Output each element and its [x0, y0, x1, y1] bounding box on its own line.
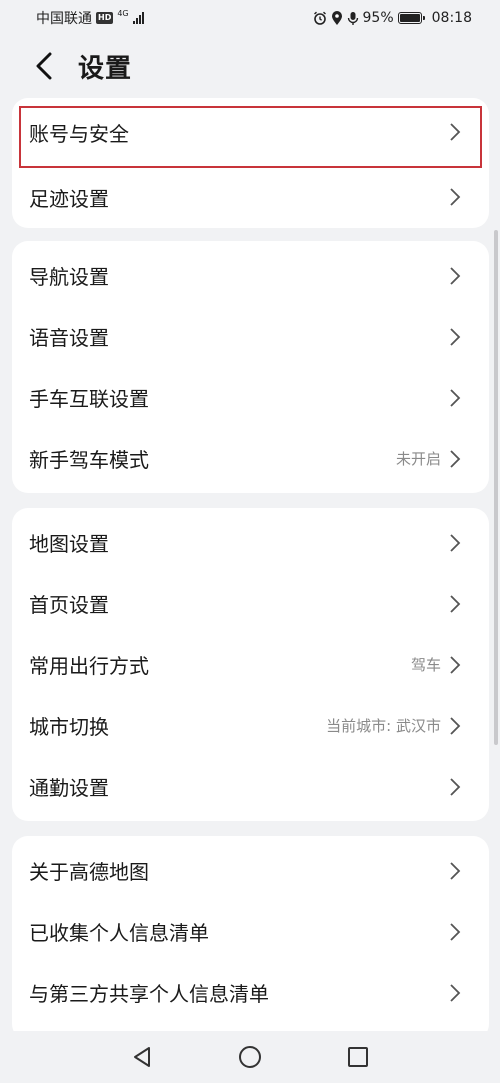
chevron-right-icon [449, 266, 461, 286]
settings-item-homepage[interactable]: 首页设置 [12, 573, 489, 634]
settings-group-about: 关于高德地图 已收集个人信息清单 与第三方共享个人信息清单 [12, 836, 489, 1040]
settings-item-label: 导航设置 [29, 265, 109, 289]
network-type: 4G [117, 8, 129, 18]
settings-item-label: 手车互联设置 [29, 387, 149, 411]
nav-home-button[interactable] [238, 1045, 262, 1069]
settings-item-label: 首页设置 [29, 593, 109, 617]
page-title: 设置 [78, 53, 133, 84]
settings-item-label: 关于高德地图 [29, 860, 149, 884]
settings-item-collected-info[interactable]: 已收集个人信息清单 [12, 901, 489, 962]
settings-item-travel-mode[interactable]: 常用出行方式 驾车 [12, 634, 489, 695]
settings-item-label: 城市切换 [29, 715, 109, 739]
nav-back-button[interactable] [130, 1045, 154, 1069]
settings-item-label: 地图设置 [29, 532, 109, 556]
chevron-right-icon [449, 716, 461, 736]
location-icon [331, 10, 342, 25]
settings-group-navigation: 导航设置 语音设置 手车互联设置 新手驾车模式 未开启 [12, 241, 489, 493]
settings-item-about[interactable]: 关于高德地图 [12, 840, 489, 901]
chevron-right-icon [449, 187, 461, 207]
settings-item-label: 足迹设置 [29, 186, 109, 211]
nav-back-icon [134, 1047, 150, 1067]
alarm-icon [313, 11, 326, 25]
chevron-right-icon [449, 594, 461, 614]
settings-item-label: 常用出行方式 [29, 654, 149, 678]
battery-percent: 95% [362, 10, 394, 26]
settings-item-label: 账号与安全 [29, 121, 129, 146]
settings-item-value: 当前城市: 武汉市 [326, 717, 441, 735]
hd-badge: HD [96, 12, 114, 24]
settings-item-footprint[interactable]: 足迹设置 [12, 166, 489, 228]
settings-item-shared-info[interactable]: 与第三方共享个人信息清单 [12, 962, 489, 1023]
status-left: 中国联通 HD 4G [36, 8, 144, 28]
chevron-right-icon [449, 327, 461, 347]
battery-icon [397, 12, 425, 24]
settings-item-voice[interactable]: 语音设置 [12, 306, 489, 367]
chevron-right-icon [449, 655, 461, 675]
settings-item-value: 驾车 [410, 656, 441, 674]
chevron-right-icon [449, 449, 461, 469]
nav-recents-button[interactable] [346, 1045, 370, 1069]
carrier-name: 中国联通 [36, 11, 92, 27]
page-header: 设置 [0, 36, 500, 96]
settings-group-account: 账号与安全 足迹设置 [12, 98, 489, 228]
chevron-right-icon [449, 983, 461, 1003]
settings-item-city-switch[interactable]: 城市切换 当前城市: 武汉市 [12, 695, 489, 756]
nav-recents-icon [348, 1047, 368, 1067]
settings-item-value: 未开启 [395, 450, 441, 468]
back-button[interactable] [24, 46, 64, 86]
chevron-right-icon [449, 777, 461, 797]
back-arrow-icon [36, 52, 52, 80]
clock: 08:18 [431, 10, 472, 26]
settings-item-account-security[interactable]: 账号与安全 [12, 98, 489, 168]
status-bar: 中国联通 HD 4G 95% 08:18 [0, 0, 500, 36]
chevron-right-icon [449, 122, 461, 142]
signal-icon [132, 12, 144, 24]
settings-item-label: 与第三方共享个人信息清单 [29, 982, 269, 1006]
settings-item-novice-mode[interactable]: 新手驾车模式 未开启 [12, 428, 489, 489]
settings-item-label: 通勤设置 [29, 776, 109, 800]
settings-group-map: 地图设置 首页设置 常用出行方式 驾车 城市切换 当前城市: 武汉市 通勤设置 [12, 508, 489, 821]
scrollbar[interactable] [494, 230, 498, 745]
settings-item-car-link[interactable]: 手车互联设置 [12, 367, 489, 428]
status-right: 95% 08:18 [313, 10, 472, 26]
chevron-right-icon [449, 922, 461, 942]
mic-icon [347, 11, 358, 25]
system-nav-bar [0, 1031, 500, 1083]
settings-item-label: 已收集个人信息清单 [29, 921, 209, 945]
chevron-right-icon [449, 533, 461, 553]
settings-item-label: 语音设置 [29, 326, 109, 350]
chevron-right-icon [449, 861, 461, 881]
settings-item-commute[interactable]: 通勤设置 [12, 756, 489, 817]
settings-item-navigation[interactable]: 导航设置 [12, 245, 489, 306]
nav-home-icon [239, 1046, 261, 1068]
settings-item-label: 新手驾车模式 [29, 448, 149, 472]
settings-item-map[interactable]: 地图设置 [12, 512, 489, 573]
chevron-right-icon [449, 388, 461, 408]
